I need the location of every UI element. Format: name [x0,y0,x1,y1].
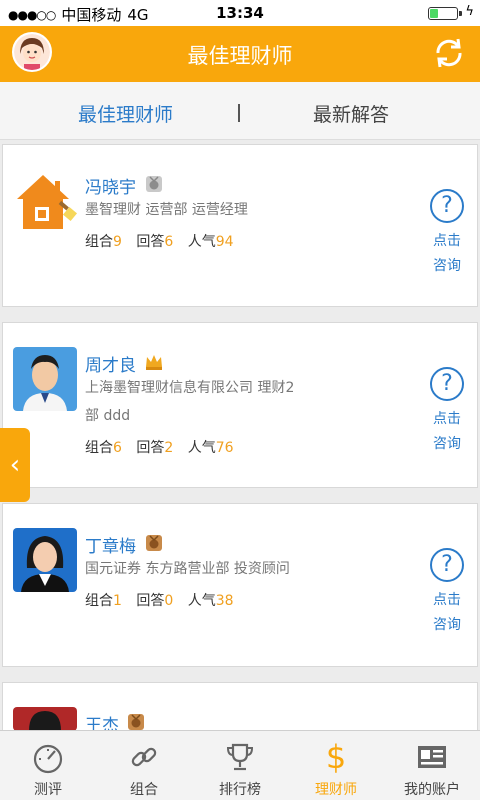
advisor-name[interactable]: 丁章梅 [85,532,136,557]
advisor-photo [13,347,77,411]
question-icon: ? [430,189,464,223]
tabbar-label: 排行榜 [219,782,261,798]
gauge-icon [33,744,63,774]
consult-button[interactable]: ? 点击 咨询 [427,189,467,279]
answers-label: 回答 [136,440,165,456]
status-time: 13:34 [216,4,264,22]
advisor-org: 上海墨智理财信息有限公司 理财2 [85,380,295,396]
advisor-card[interactable]: 冯晓宇 墨智理财 运营部 运营经理 组合9 回答6 人气94 ? 点击 咨询 [2,144,478,307]
tab-divider [238,104,240,122]
tabbar-label: 我的账户 [404,782,460,798]
question-icon: ? [430,367,464,401]
side-drawer-toggle[interactable]: ‹ [0,428,30,502]
bottom-tab-bar: 测评 组合 排行榜 $ 理财师 我的账户 [0,730,480,800]
groups-count: 6 [113,440,122,456]
trophy-icon [226,743,254,771]
groups-label: 组合 [85,593,113,609]
advisor-org-line2: 部 ddd [85,408,131,424]
advisor-stats: 组合6 回答2 人气76 [85,437,234,457]
battery-icon [428,7,462,20]
consult-label-1: 点击 [433,233,461,249]
answers-label: 回答 [136,593,165,609]
popularity-label: 人气 [187,440,216,456]
link-icon [131,747,157,767]
tabbar-label: 组合 [130,782,158,798]
advisor-photo [13,169,77,233]
chevron-left-icon: ‹ [9,450,21,480]
bronze-medal-icon [128,714,144,730]
advisor-org: 墨智理财 运营部 运营经理 [85,202,248,218]
tabbar-label: 测评 [34,782,62,798]
tab-latest-answers[interactable]: 最新解答 [313,100,389,127]
refresh-icon[interactable] [430,34,468,72]
advisor-org: 国元证券 东方路营业部 投资顾问 [85,561,290,577]
consult-label-2: 咨询 [433,617,461,633]
consult-button[interactable]: ? 点击 咨询 [427,548,467,638]
groups-label: 组合 [85,234,113,250]
groups-count: 1 [113,593,122,609]
tabbar-item-evaluation[interactable]: 测评 [0,731,96,800]
segment-tabs: 最佳理财师 最新解答 [0,82,480,140]
answers-count: 0 [164,593,174,609]
popularity-label: 人气 [187,593,216,609]
tab-best-advisors[interactable]: 最佳理财师 [78,100,173,127]
advisor-stats: 组合1 回答0 人气38 [85,590,234,610]
popularity-count: 38 [215,593,234,609]
advisor-card[interactable]: 周才良 上海墨智理财信息有限公司 理财2 部 ddd 组合6 回答2 人气76 … [2,322,478,488]
consult-label-2: 咨询 [433,436,461,452]
answers-count: 2 [164,440,174,456]
popularity-count: 94 [215,234,234,250]
advisor-name[interactable]: 周才良 [85,351,136,376]
groups-label: 组合 [85,440,113,456]
advisor-photo [13,707,77,731]
tabbar-item-advisors[interactable]: $ 理财师 [288,731,384,800]
charging-icon: ϟ [465,4,474,19]
bronze-medal-icon [146,535,162,551]
dollar-icon: $ [325,738,347,776]
consult-label-2: 咨询 [433,258,461,274]
status-bar: ●●●○○ 中国移动 4G 13:34 ϟ [0,0,480,26]
consult-button[interactable]: ? 点击 咨询 [427,367,467,457]
app-header: 最佳理财师 [0,26,480,82]
tabbar-item-account[interactable]: 我的账户 [384,731,480,800]
question-icon: ? [430,548,464,582]
consult-label-1: 点击 [433,592,461,608]
advisor-card[interactable]: 丁章梅 国元证券 东方路营业部 投资顾问 组合1 回答0 人气38 ? 点击 咨… [2,503,478,667]
account-card-icon [418,746,446,768]
page-title: 最佳理财师 [187,44,293,68]
advisor-name[interactable]: 冯晓宇 [85,173,136,198]
popularity-label: 人气 [187,234,216,250]
crown-icon [146,355,162,370]
answers-label: 回答 [136,234,165,250]
advisor-stats: 组合9 回答6 人气94 [85,231,234,251]
popularity-count: 76 [215,440,234,456]
advisor-photo [13,528,77,592]
silver-medal-icon [146,176,162,192]
consult-label-1: 点击 [433,411,461,427]
groups-count: 9 [113,234,122,250]
answers-count: 6 [164,234,174,250]
tabbar-item-portfolio[interactable]: 组合 [96,731,192,800]
tabbar-label: 理财师 [315,782,357,798]
tabbar-item-ranking[interactable]: 排行榜 [192,731,288,800]
